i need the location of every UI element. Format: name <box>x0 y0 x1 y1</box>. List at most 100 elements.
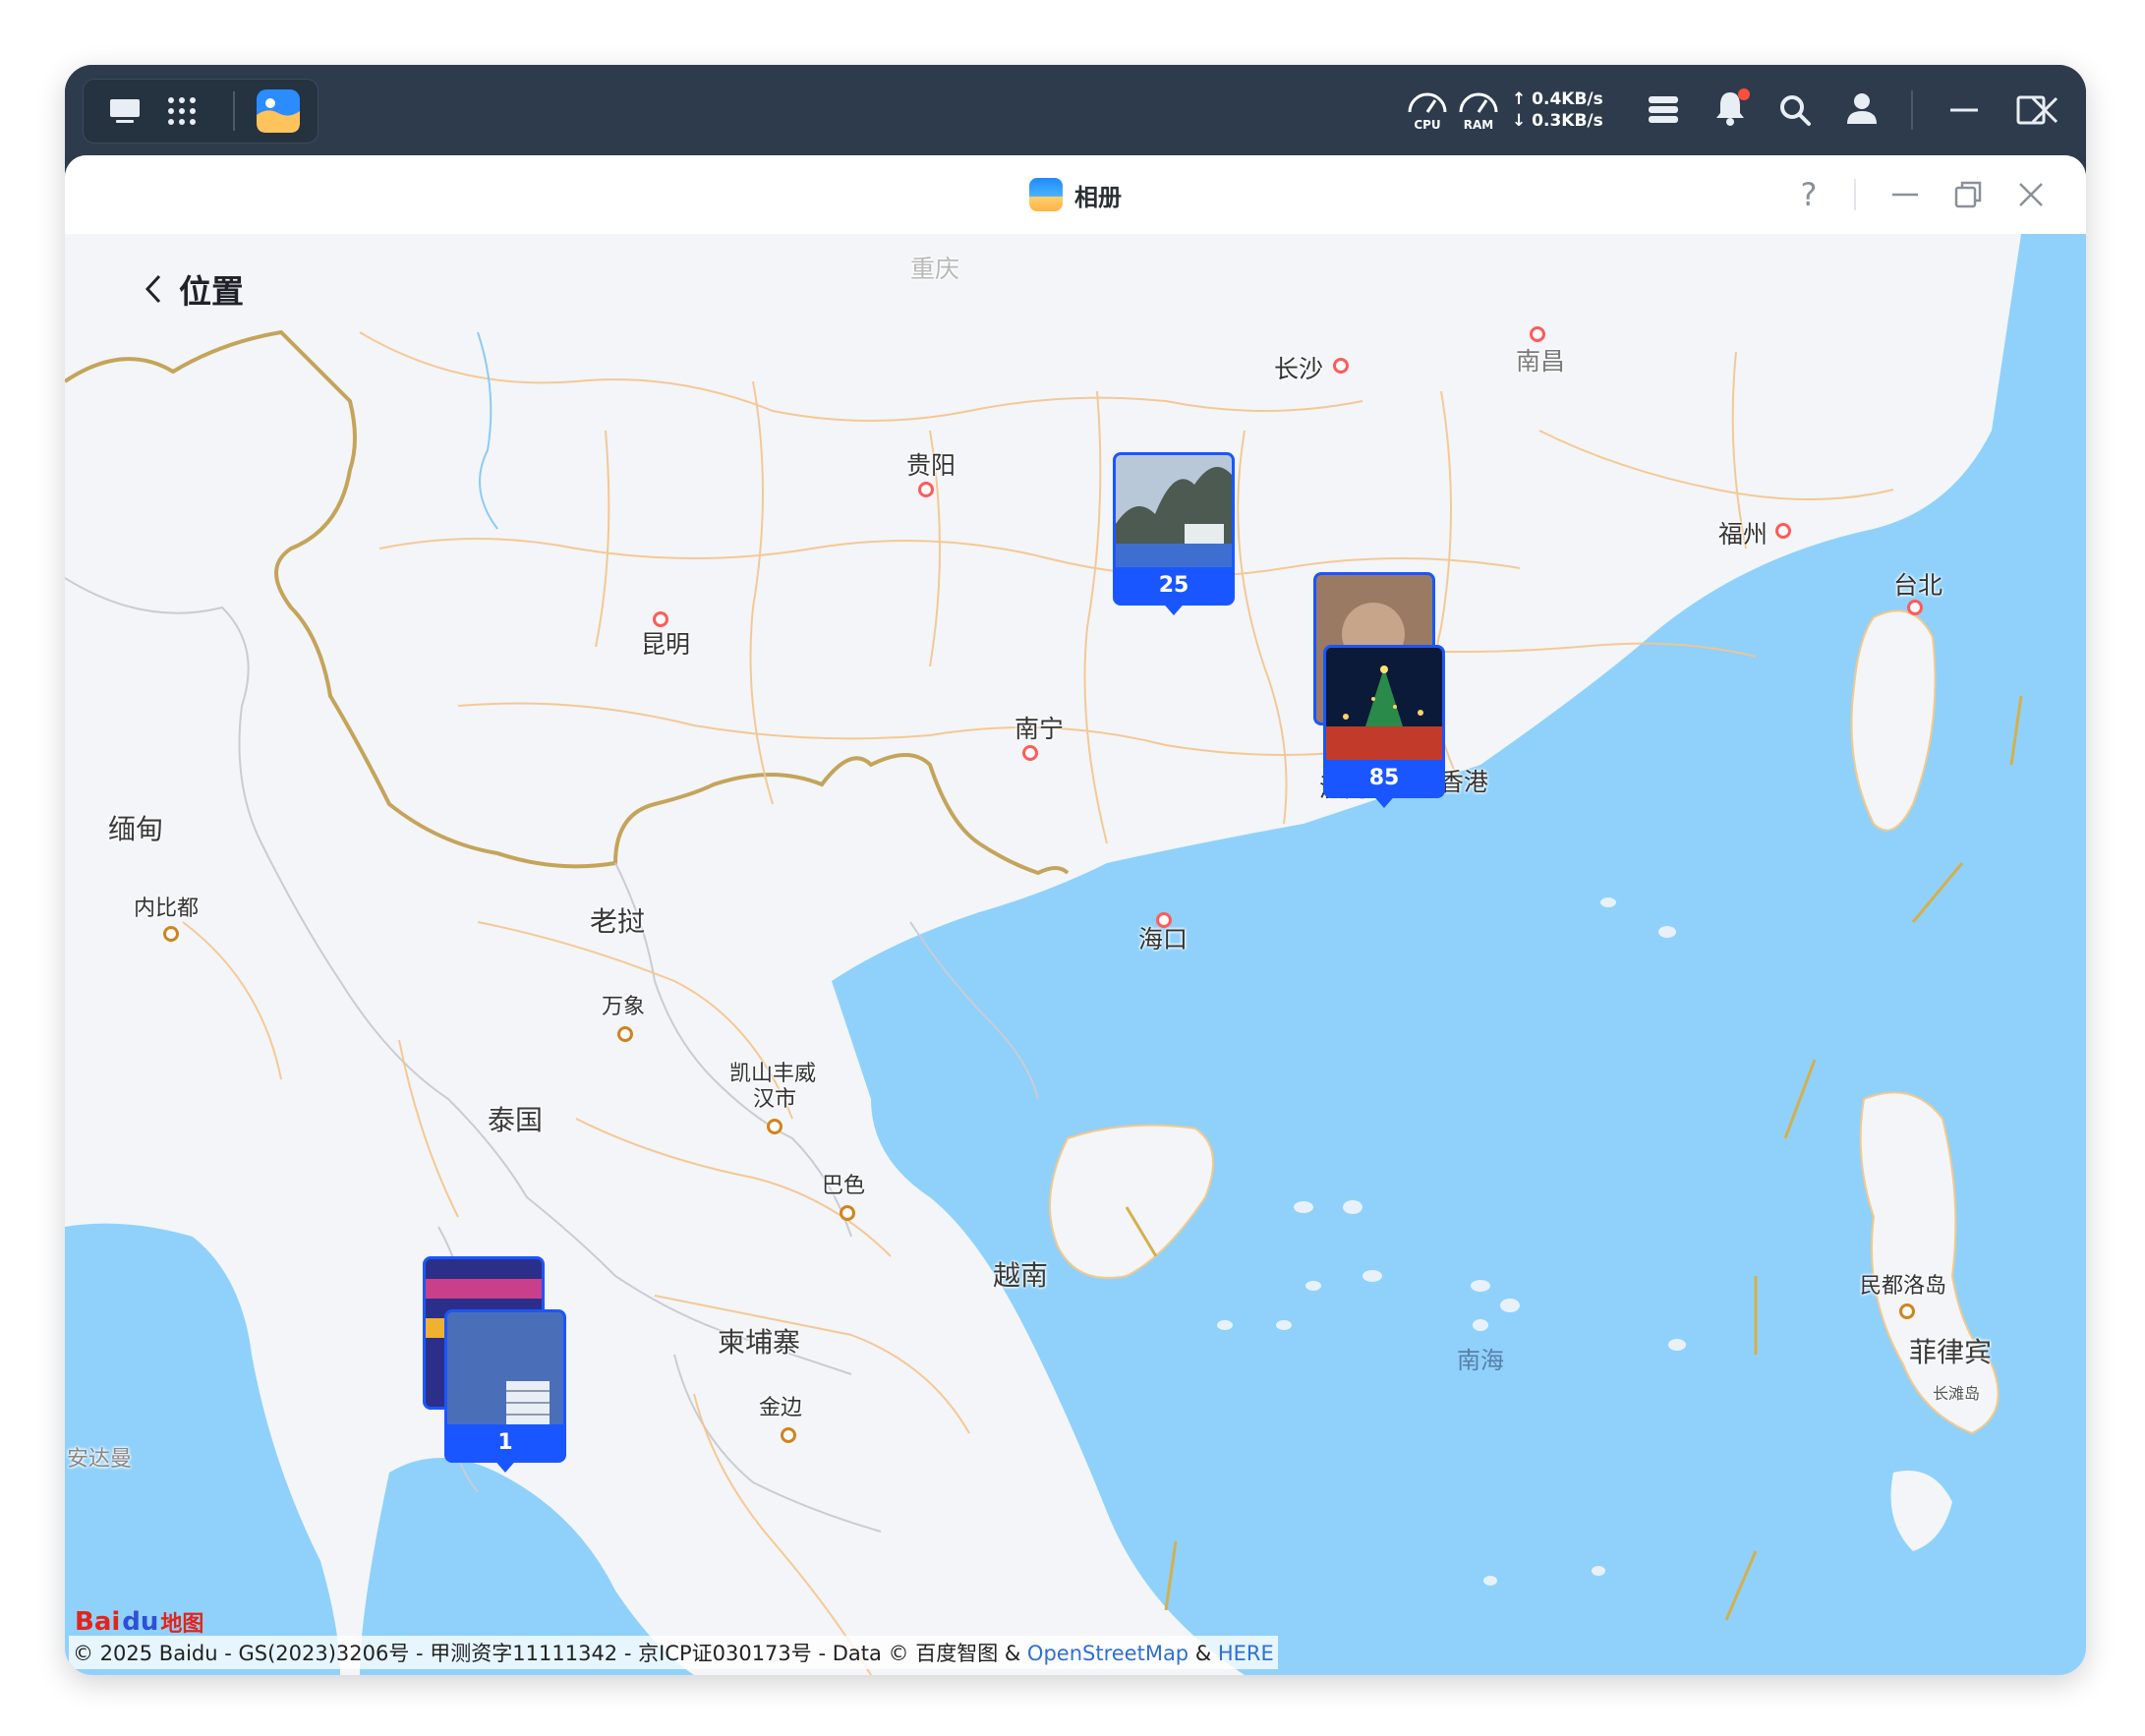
pin-pointer <box>1370 792 1398 808</box>
app-title: 相册 <box>1074 183 1122 211</box>
baidu-map-logo[interactable]: Bai du 地图 <box>75 1606 203 1638</box>
city-marker <box>1775 523 1791 539</box>
upload-speed: ↑ 0.4KB/s <box>1512 89 1603 109</box>
system-taskbar: CPU RAM ↑ 0.4KB/s ↓ 0.3KB/s <box>65 65 2086 155</box>
photo-count: 85 <box>1368 765 1400 790</box>
restore-icon <box>1954 181 1982 208</box>
country-label: 老挝 <box>590 905 646 938</box>
city-label: 内比都 <box>134 897 200 921</box>
help-icon: ? <box>1800 176 1818 213</box>
taskbar-separator <box>233 91 235 131</box>
taskbar-app-group <box>83 79 319 144</box>
city-marker <box>163 926 179 942</box>
city-label: 福州 <box>1718 520 1768 549</box>
help-button[interactable]: ? <box>1789 175 1828 214</box>
minimize-icon[interactable] <box>1944 90 1984 130</box>
desktop-icon[interactable] <box>105 91 145 131</box>
photos-app-icon[interactable] <box>255 87 302 135</box>
attribution-amp: & <box>1188 1642 1218 1665</box>
app-titlebar: 相册 ? <box>65 155 2086 235</box>
taskbar-status-area: CPU RAM ↑ 0.4KB/s ↓ 0.3KB/s <box>1343 65 2070 155</box>
page-title: 位置 <box>179 272 244 311</box>
close-icon[interactable] <box>2025 90 2064 130</box>
desktop: CPU RAM ↑ 0.4KB/s ↓ 0.3KB/s 相册 ? 位置 重庆 长… <box>0 0 2145 1736</box>
here-link[interactable]: HERE <box>1218 1642 1274 1665</box>
city-marker <box>840 1205 855 1221</box>
network-speed: ↑ 0.4KB/s ↓ 0.3KB/s <box>1512 88 1603 132</box>
notification-badge <box>1738 88 1750 100</box>
user-avatar-icon[interactable] <box>1842 88 1882 128</box>
city-label: 昆明 <box>641 630 691 659</box>
photo-cluster-frame: 85 <box>1323 645 1445 798</box>
country-label: 泰国 <box>488 1104 544 1136</box>
photo-cluster-frame: 1 <box>444 1309 566 1463</box>
city-marker <box>1022 745 1038 761</box>
cpu-gauge-icon[interactable] <box>1406 87 1449 116</box>
app-restore-button[interactable] <box>1948 175 1988 214</box>
logo-du: du <box>122 1607 159 1637</box>
download-speed: ↓ 0.3KB/s <box>1512 111 1603 131</box>
minimize-icon <box>1892 193 1918 197</box>
storage-icon[interactable] <box>1644 90 1683 130</box>
taskbar-separator <box>1911 90 1913 130</box>
city-label: 长滩岛 <box>1933 1384 1981 1403</box>
city-label: 贵阳 <box>906 451 957 480</box>
city-marker <box>1899 1303 1915 1319</box>
country-label: 缅甸 <box>108 813 164 845</box>
city-marker <box>1530 326 1545 342</box>
country-label: 柬埔寨 <box>718 1326 801 1359</box>
photo-thumbnail <box>1116 455 1232 567</box>
sea-label: 南海 <box>1457 1347 1504 1374</box>
photo-thumbnail <box>1326 648 1442 760</box>
city-label: 万象 <box>602 995 646 1019</box>
cpu-label: CPU <box>1414 118 1441 132</box>
titlebar-separator <box>1854 179 1856 210</box>
pin-pointer <box>492 1457 519 1473</box>
city-marker <box>1333 358 1349 374</box>
city-label: 南宁 <box>1015 715 1065 743</box>
country-label: 越南 <box>993 1259 1049 1292</box>
photo-cluster-frame: 25 <box>1113 452 1235 606</box>
city-label: 台北 <box>1893 571 1943 600</box>
city-label: 南昌 <box>1516 347 1566 376</box>
app-grid-icon[interactable] <box>162 91 202 131</box>
logo-map: 地图 <box>160 1612 204 1637</box>
logo-bai: Bai <box>75 1607 121 1637</box>
city-label: 巴色 <box>822 1174 866 1198</box>
photos-app-window: 相册 ? 位置 重庆 长沙 南昌 贵阳 福州 台北 昆明 南宁 香港 缅甸 内比… <box>65 155 2086 1675</box>
app-title-group: 相册 <box>65 155 2086 234</box>
location-header: 位置 <box>144 265 244 313</box>
city-marker <box>1156 912 1172 928</box>
search-icon[interactable] <box>1775 90 1815 130</box>
city-marker <box>653 611 668 627</box>
pin-pointer <box>1160 600 1188 615</box>
city-label: 金边 <box>759 1396 803 1420</box>
openstreetmap-link[interactable]: OpenStreetMap <box>1027 1642 1188 1665</box>
city-label: 安达曼 <box>67 1447 133 1472</box>
city-marker <box>918 482 934 497</box>
os-window: CPU RAM ↑ 0.4KB/s ↓ 0.3KB/s 相册 ? 位置 重庆 长… <box>65 65 2086 1675</box>
map-attribution: © 2025 Baidu - GS(2023)3206号 - 甲测资字11111… <box>69 1636 1278 1669</box>
city-label: 汉市 <box>753 1087 797 1112</box>
city-marker <box>767 1119 783 1134</box>
photo-thumbnail <box>447 1312 563 1424</box>
app-close-button[interactable] <box>2011 175 2051 214</box>
country-label: 菲律宾 <box>1909 1336 1993 1368</box>
map-basemap[interactable] <box>65 234 2086 1675</box>
photo-count: 1 <box>497 1429 513 1455</box>
app-minimize-button[interactable] <box>1885 175 1925 214</box>
city-marker <box>781 1427 796 1443</box>
photo-count: 25 <box>1158 572 1189 598</box>
city-marker <box>617 1026 633 1042</box>
city-label: 重庆 <box>910 255 960 283</box>
ram-label: RAM <box>1463 118 1494 132</box>
ram-gauge-icon[interactable] <box>1457 87 1500 116</box>
city-label: 香港 <box>1439 768 1489 796</box>
photos-logo-icon <box>1029 178 1063 211</box>
chevron-left-icon[interactable] <box>144 273 163 305</box>
map-view[interactable]: 位置 重庆 长沙 南昌 贵阳 福州 台北 昆明 南宁 澳门 <box>65 234 2086 1675</box>
close-icon <box>2019 183 2043 206</box>
city-label: 长沙 <box>1274 355 1324 383</box>
city-marker <box>1907 600 1923 615</box>
city-label: 民都洛岛 <box>1860 1274 1947 1299</box>
